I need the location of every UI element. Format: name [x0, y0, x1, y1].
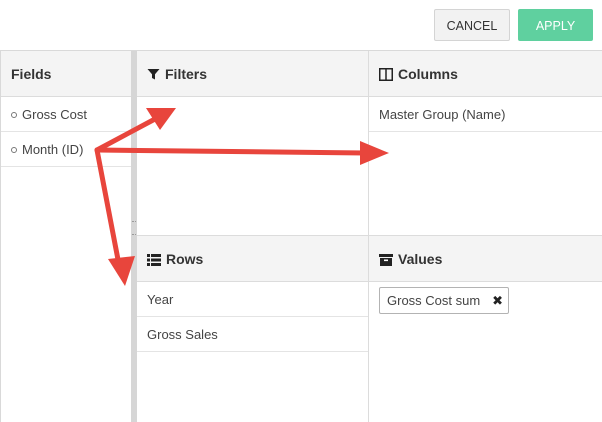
rows-item-year[interactable]: Year [137, 282, 368, 317]
values-header: Values [369, 236, 602, 282]
cancel-button[interactable]: CANCEL [434, 9, 510, 41]
field-item-label: Month (ID) [22, 142, 84, 157]
apply-button[interactable]: APPLY [518, 9, 593, 41]
rows-header: Rows [137, 236, 368, 282]
columns-header: Columns [369, 51, 602, 97]
pivot-configuration-panel: Fields Gross Cost Month (ID) Filters Col… [0, 50, 602, 422]
archive-icon [379, 238, 393, 284]
columns-icon [379, 53, 393, 99]
rows-header-label: Rows [166, 251, 204, 267]
filters-header: Filters [137, 51, 368, 97]
values-item-label: Gross Cost sum [387, 293, 481, 308]
values-item-chip[interactable]: Gross Cost sum ✖ [379, 287, 509, 314]
radio-circle-icon [11, 112, 17, 118]
radio-circle-icon [11, 147, 17, 153]
field-item-label: Gross Cost [22, 107, 88, 122]
columns-header-label: Columns [398, 66, 458, 82]
fields-header: Fields [1, 51, 131, 97]
toolbar: CANCEL APPLY [0, 0, 602, 50]
filter-icon [147, 53, 160, 99]
rows-zone[interactable]: Rows Year Gross Sales [137, 236, 369, 422]
field-item-gross-cost[interactable]: Gross Cost [1, 97, 131, 132]
field-item-month-id[interactable]: Month (ID) [1, 132, 131, 167]
values-header-label: Values [398, 251, 443, 267]
filters-header-label: Filters [165, 66, 208, 82]
values-zone[interactable]: Values Gross Cost sum ✖ [369, 236, 602, 422]
filters-zone[interactable]: Filters [137, 51, 369, 236]
columns-zone[interactable]: Columns Master Group (Name) [369, 51, 602, 236]
rows-item-gross-sales[interactable]: Gross Sales [137, 317, 368, 352]
list-icon [147, 238, 161, 284]
fields-list: Fields Gross Cost Month (ID) [1, 51, 131, 422]
close-icon[interactable]: ✖ [492, 288, 503, 313]
splitter-grip-icon[interactable] [132, 221, 136, 235]
columns-item[interactable]: Master Group (Name) [369, 97, 602, 132]
